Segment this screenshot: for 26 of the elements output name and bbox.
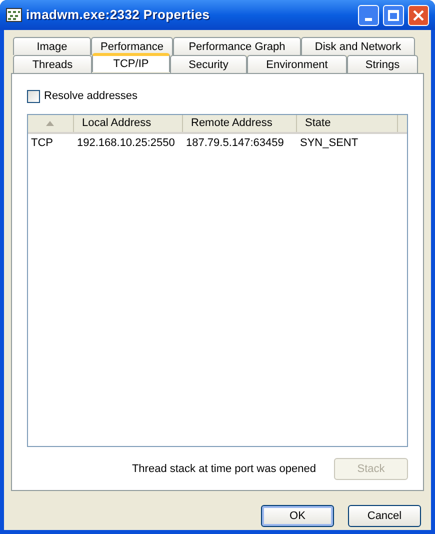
stack-caption: Thread stack at time port was opened	[132, 462, 316, 477]
close-icon	[413, 10, 424, 20]
app-icon	[6, 8, 22, 22]
minimize-button[interactable]	[358, 4, 379, 26]
tab[interactable]: Performance	[91, 37, 173, 55]
tab[interactable]: Disk and Network	[301, 37, 415, 55]
minimize-icon	[365, 18, 372, 20]
tab[interactable]: Security	[170, 55, 247, 73]
resolve-addresses-checkbox[interactable]	[27, 90, 40, 102]
close-button[interactable]	[408, 4, 429, 26]
tab[interactable]: Performance Graph	[173, 37, 301, 55]
tab[interactable]: Environment	[247, 55, 347, 73]
table-cell-text: 192.168.10.25:2550	[76, 136, 176, 151]
tab[interactable]: TCP/IP	[92, 53, 170, 72]
table-cell-text: TCP	[30, 136, 54, 151]
table-cell-text: SYN_SENT	[299, 136, 360, 151]
table-cell-text: 187.79.5.147:63459	[185, 136, 285, 151]
tab[interactable]: Image	[13, 37, 91, 55]
checkbox-label: Resolve addresses	[44, 88, 138, 104]
maximize-icon	[388, 10, 399, 20]
tab[interactable]: Strings	[347, 55, 418, 73]
window-title: imadwm.exe:2332 Properties	[26, 6, 211, 24]
maximize-button[interactable]	[383, 4, 404, 26]
dialog-button[interactable]: OK	[261, 505, 334, 527]
tab[interactable]: Threads	[13, 55, 92, 73]
dialog-button[interactable]: Cancel	[348, 505, 421, 527]
